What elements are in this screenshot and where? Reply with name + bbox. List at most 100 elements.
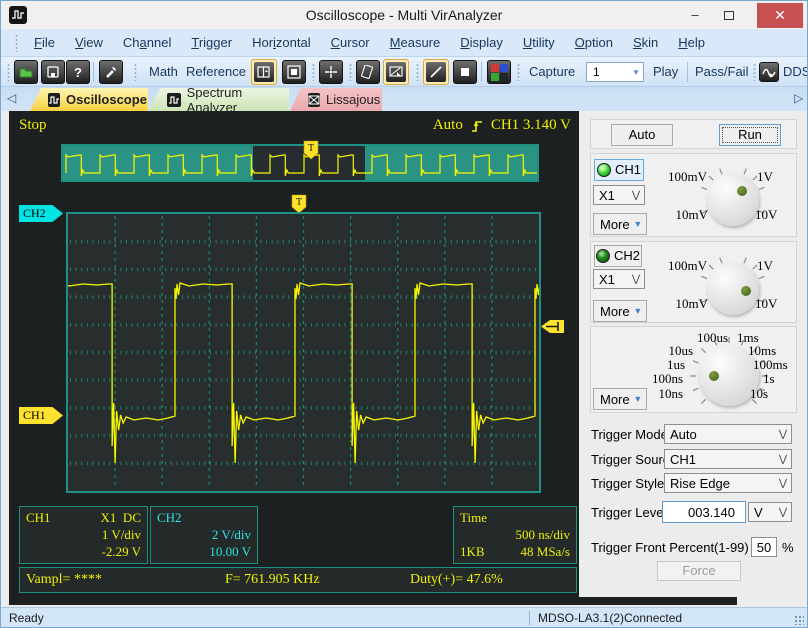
- color-palette-button[interactable]: [487, 60, 511, 84]
- ch2-button-label: CH2: [613, 248, 640, 263]
- tab-label: Lissajous: [326, 92, 381, 107]
- menu-view[interactable]: View: [65, 29, 113, 57]
- toolbar-grip: [753, 63, 756, 81]
- ch2-led-icon: [595, 249, 610, 263]
- ch2-vdiv: 2 V/div: [211, 527, 251, 542]
- trigger-source-select[interactable]: CH1 ⋁: [664, 449, 792, 469]
- panel-tilt-button[interactable]: [356, 60, 380, 84]
- control-panel: Auto Run CH1 X1 ⋁ More ▼ 100mV 1V 10mV 1…: [586, 111, 801, 605]
- close-button[interactable]: ✕: [757, 3, 803, 28]
- menu-bar: File View Channel Trigger Horizontal Cursor Me…: [1, 29, 807, 57]
- trigger-level-label: Trigger Level: [591, 505, 667, 520]
- timebase-more-button[interactable]: More ▼: [593, 388, 647, 410]
- menubar-grip: [15, 33, 18, 52]
- reference-button[interactable]: Reference: [186, 57, 246, 87]
- rise-edge-icon: [471, 120, 482, 132]
- save-button[interactable]: [41, 60, 65, 84]
- menu-file[interactable]: File: [24, 29, 65, 57]
- maximize-icon: [724, 11, 734, 20]
- measure-vampl: Vampl= ****: [26, 572, 102, 587]
- knob-label: 100mV: [668, 169, 707, 184]
- toolbar-grip: [349, 63, 352, 81]
- waveform-preview-strip[interactable]: [61, 144, 539, 182]
- toolbar-grip: [7, 63, 10, 81]
- trigger-level-unit-select[interactable]: V ⋁: [748, 502, 792, 522]
- tab-scroll-left[interactable]: ◁: [7, 91, 16, 105]
- ch1-probe-value: X1: [599, 187, 615, 203]
- capture-label: Capture: [529, 64, 576, 79]
- ch2-volts-knob[interactable]: [707, 263, 759, 315]
- measurement-bar: Vampl= **** F= 761.905 KHz Duty(+)= 47.6…: [19, 567, 577, 593]
- menu-utility[interactable]: Utility: [513, 29, 565, 57]
- toolbar-separator: [687, 62, 688, 82]
- ch1-name: CH1: [26, 510, 51, 525]
- menu-display[interactable]: Display: [450, 29, 513, 57]
- ch1-probe-coupling: X1 DC: [100, 510, 141, 525]
- trigger-mode-readout: Auto: [432, 117, 463, 133]
- ch2-group: CH2 X1 ⋁ More ▼ 100mV 1V 10mV 10V: [590, 241, 797, 323]
- resize-grip[interactable]: [794, 615, 804, 625]
- force-button[interactable]: Force: [657, 561, 741, 581]
- center-waveform-button[interactable]: [319, 60, 343, 84]
- capture-select[interactable]: 1 ▾: [586, 62, 644, 82]
- trigger-level-readout: CH1 3.140 V: [490, 117, 571, 133]
- status-bar: Ready MDSO-LA3.1(2)Connected: [1, 607, 807, 627]
- ch2-enable-button[interactable]: CH2: [594, 245, 642, 267]
- tab-lissajous[interactable]: Lissajous: [290, 88, 382, 111]
- ch1-probe-select[interactable]: X1 ⋁: [593, 185, 645, 205]
- toolbar: ? Math Reference Capture 1 ▾ Play Pass/F…: [1, 57, 807, 87]
- timebase-group: 100us 1ms 10us 10ms 1us 100ms 100ns 1s 1…: [590, 326, 797, 413]
- ch2-probe-select[interactable]: X1 ⋁: [593, 269, 645, 289]
- ch1-volts-knob[interactable]: [707, 174, 759, 226]
- stop-shape-button[interactable]: [453, 60, 477, 84]
- ch2-more-button[interactable]: More ▼: [593, 300, 647, 322]
- tab-spectrum-analyzer[interactable]: Spectrum Analyzer: [149, 88, 289, 111]
- trigger-mode-select[interactable]: Auto ⋁: [664, 424, 792, 444]
- menu-channel[interactable]: Channel: [113, 29, 181, 57]
- menu-trigger[interactable]: Trigger: [181, 29, 242, 57]
- ch2-position-marker[interactable]: CH2: [19, 205, 63, 222]
- maximize-button[interactable]: [713, 3, 745, 28]
- dds-button[interactable]: DDS: [783, 57, 807, 87]
- acquisition-status: Stop: [19, 117, 47, 133]
- trigger-front-input[interactable]: [751, 537, 777, 557]
- split-view-icon: [254, 62, 274, 82]
- chevron-down-icon: ⋁: [631, 273, 641, 285]
- fullscreen-button[interactable]: [282, 60, 306, 84]
- ch1-position-marker[interactable]: CH1: [19, 407, 63, 424]
- tool-button[interactable]: [99, 60, 123, 84]
- trigger-style-select[interactable]: Rise Edge ⋁: [664, 473, 792, 493]
- open-button[interactable]: [14, 60, 38, 84]
- run-button[interactable]: Run: [719, 124, 781, 146]
- trigger-level-marker[interactable]: [541, 319, 565, 334]
- ch1-more-button[interactable]: More ▼: [593, 213, 647, 235]
- screen-display-button[interactable]: [383, 59, 409, 85]
- chevron-down-icon: ▼: [633, 306, 643, 316]
- time-info-box: Time 500 ns/div 1KB 48 MSa/s: [453, 506, 577, 564]
- menu-help[interactable]: Help: [668, 29, 715, 57]
- main-area: Stop Auto CH1 3.140 V T T CH2 CH1 CH1 X1…: [1, 111, 807, 607]
- menu-option[interactable]: Option: [565, 29, 623, 57]
- time-label: 100ns: [651, 371, 683, 386]
- line-draw-button[interactable]: [423, 59, 449, 85]
- tab-oscilloscope[interactable]: Oscilloscope: [30, 88, 148, 111]
- split-view-button[interactable]: [251, 59, 277, 85]
- menu-measure[interactable]: Measure: [380, 29, 451, 57]
- menu-cursor[interactable]: Cursor: [321, 29, 380, 57]
- auto-button[interactable]: Auto: [611, 124, 673, 146]
- ch1-enable-button[interactable]: CH1: [594, 159, 644, 181]
- menu-skin[interactable]: Skin: [623, 29, 668, 57]
- trigger-position-flag[interactable]: T: [303, 140, 319, 160]
- trigger-time-flag[interactable]: T: [291, 194, 307, 214]
- trigger-level-input[interactable]: [662, 501, 746, 523]
- math-button[interactable]: Math: [149, 57, 178, 87]
- help-button[interactable]: ?: [66, 60, 90, 84]
- minimize-button[interactable]: –: [679, 3, 711, 28]
- pass-fail-button[interactable]: Pass/Fail: [695, 57, 748, 87]
- play-button[interactable]: Play: [653, 57, 678, 87]
- title-bar: Oscilloscope - Multi VirAnalyzer – ✕: [1, 1, 807, 29]
- menu-horizontal[interactable]: Horizontal: [242, 29, 321, 57]
- tab-scroll-right[interactable]: ▷: [794, 91, 803, 105]
- trigger-readout: Auto CH1 3.140 V: [433, 117, 571, 134]
- waveform-display[interactable]: [66, 212, 541, 493]
